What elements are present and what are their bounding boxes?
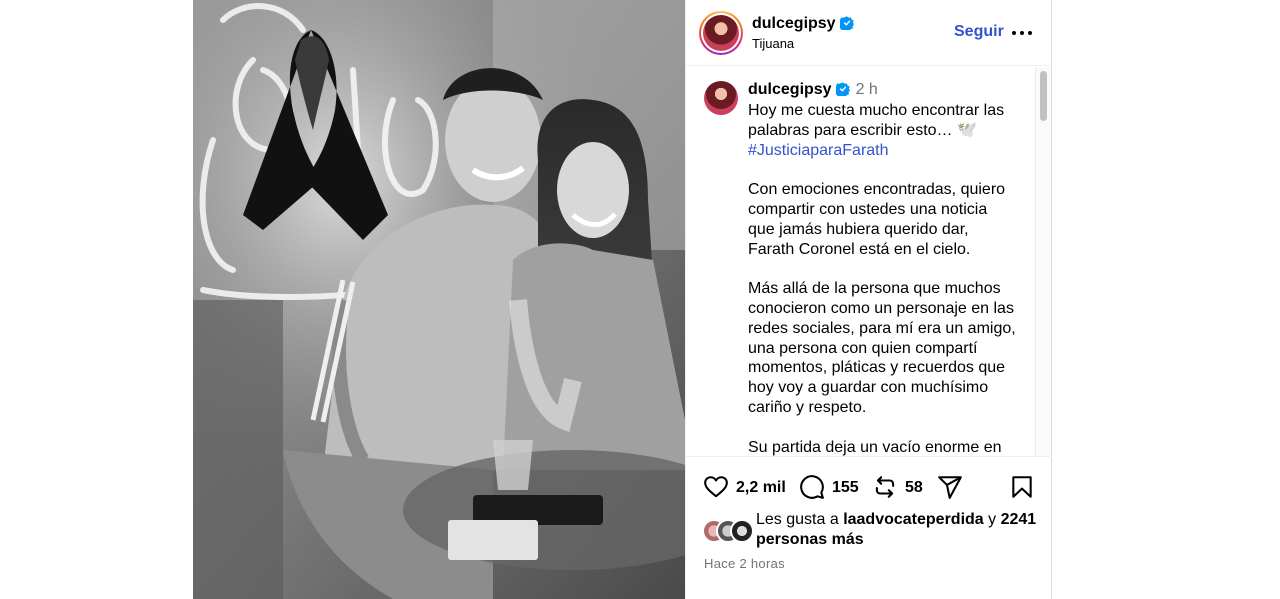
repost-icon[interactable] [872, 474, 898, 500]
location-link[interactable]: Tijuana [752, 36, 794, 51]
liked-by-user-link[interactable]: laadvocateperdida [843, 511, 984, 528]
caption-avatar[interactable] [704, 81, 738, 115]
username[interactable]: dulcegipsy [752, 15, 854, 35]
hashtag-link[interactable]: #JusticiaparaFarath [748, 142, 889, 159]
story-ring-avatar[interactable] [699, 11, 743, 55]
caption-paragraph: Hoy me cuesta mucho encontrar las palabr… [748, 102, 1005, 159]
action-bar: 2,2 mil 155 58 Les gusta a laadvocateper… [686, 456, 1052, 599]
post-header: dulcegipsy Tijuana Seguir [686, 0, 1052, 66]
liked-by-text: Les gusta a laadvocateperdida y 2241 per… [756, 511, 1037, 548]
post-timestamp[interactable]: Hace 2 horas [704, 556, 785, 571]
liker-avatar[interactable] [730, 519, 754, 543]
heart-icon[interactable] [703, 474, 729, 500]
verified-badge-icon [833, 82, 850, 101]
scrollbar-thumb[interactable] [1040, 71, 1047, 121]
reposts-count[interactable]: 58 [905, 479, 923, 497]
comments-count[interactable]: 155 [832, 479, 859, 497]
verified-badge-icon [837, 16, 854, 35]
comment-icon[interactable] [799, 474, 825, 500]
caption-paragraph: Su partida deja un vacío enorme en [748, 438, 1002, 456]
post-detail-panel: dulcegipsy Tijuana Seguir dulcegipsy 2 h … [685, 0, 1052, 599]
post-image[interactable] [193, 0, 685, 599]
caption-paragraph: Con emociones encontradas, quiero compar… [748, 181, 1006, 258]
caption-username-text[interactable]: dulcegipsy [748, 81, 832, 98]
post-photo-illustration [193, 0, 685, 599]
caption-paragraph: Más allá de la persona que muchos conoci… [748, 280, 1016, 416]
share-icon[interactable] [937, 474, 963, 500]
bookmark-icon[interactable] [1009, 474, 1035, 500]
caption-scrollbar[interactable] [1035, 67, 1050, 456]
username-text[interactable]: dulcegipsy [752, 15, 836, 32]
post-time[interactable]: 2 h [856, 81, 878, 98]
avatar [703, 15, 739, 51]
caption-text: Hoy me cuesta mucho encontrar las palabr… [748, 101, 1018, 456]
more-options-icon[interactable] [1012, 24, 1036, 42]
likes-count[interactable]: 2,2 mil [736, 479, 786, 497]
follow-button[interactable]: Seguir [954, 23, 1004, 41]
caption-username: dulcegipsy 2 h [748, 81, 878, 101]
caption-scroll-area[interactable]: dulcegipsy 2 h Hoy me cuesta mucho encont… [686, 67, 1052, 456]
